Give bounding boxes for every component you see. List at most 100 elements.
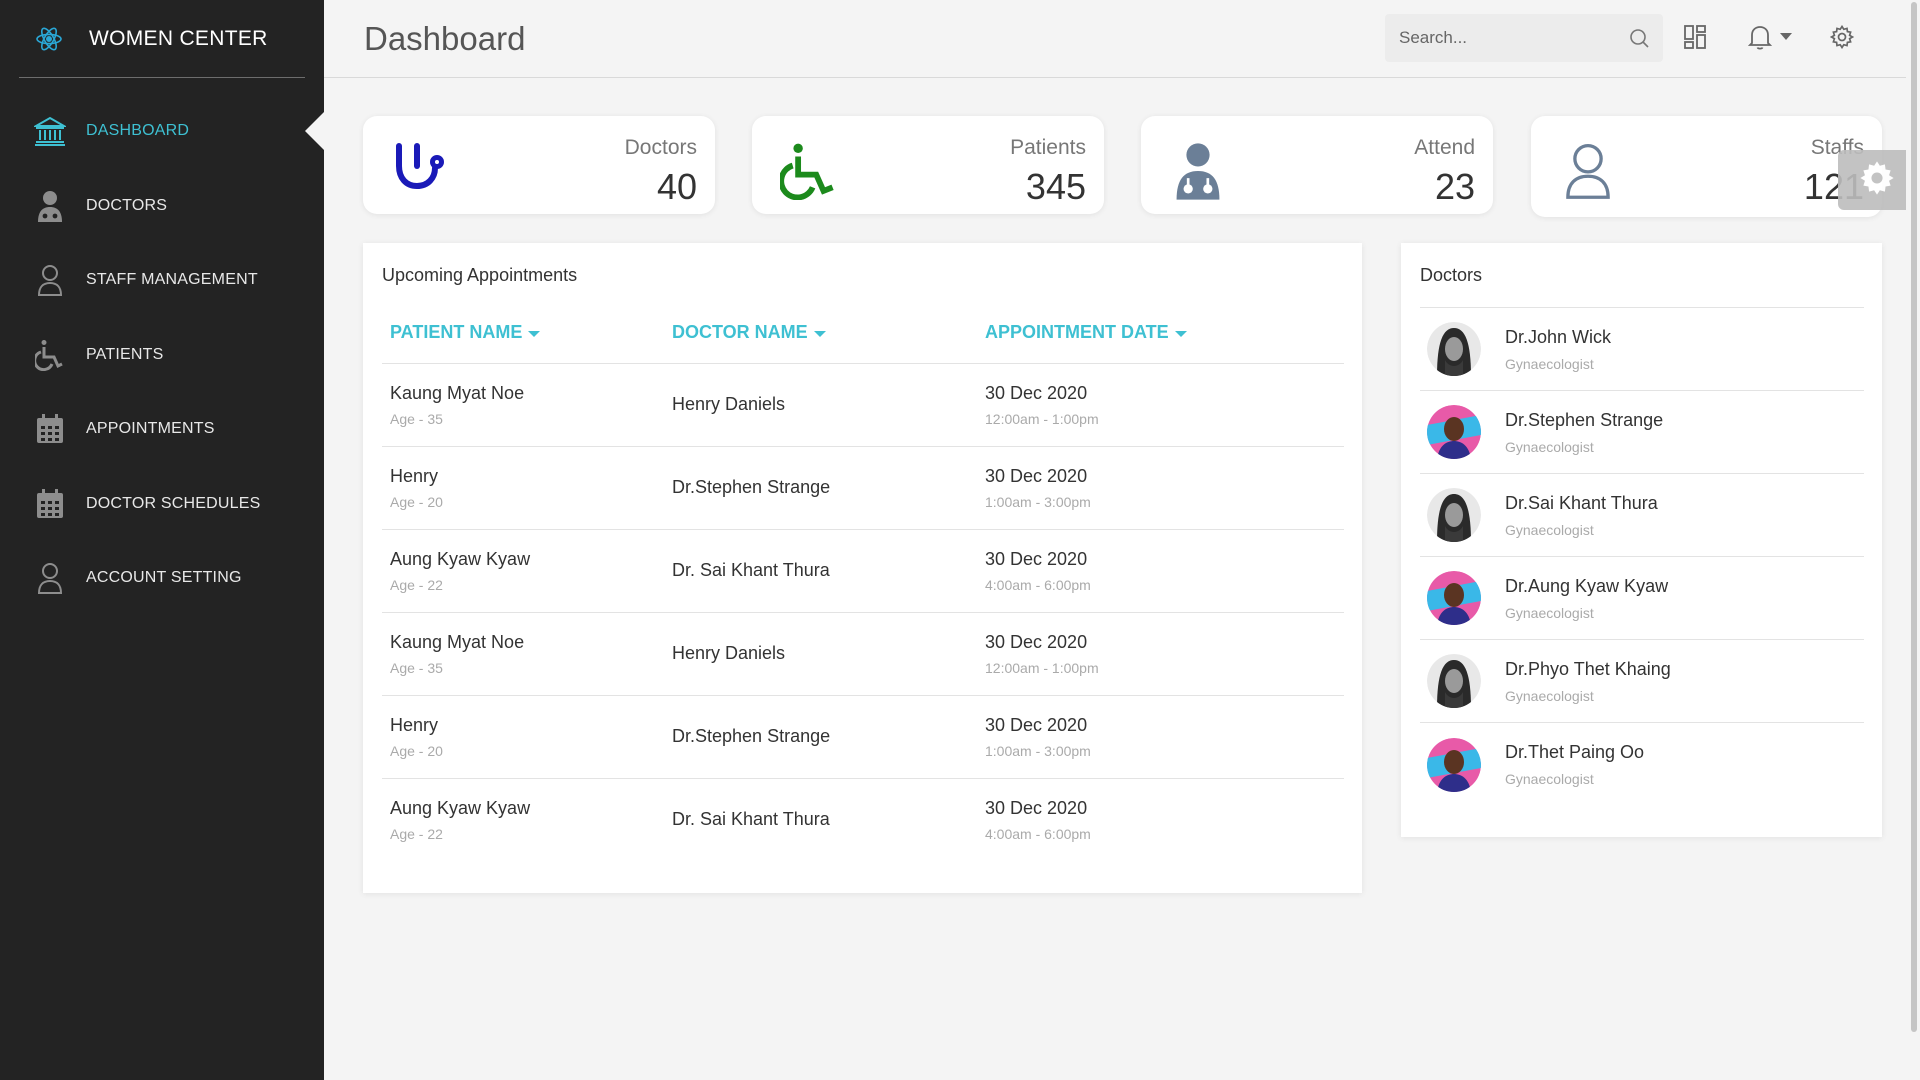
user-icon <box>34 562 66 595</box>
stat-card-staffs[interactable]: Staffs 121 <box>1531 116 1882 217</box>
stat-label: Patients <box>1010 136 1086 159</box>
chevron-down-icon[interactable] <box>1778 24 1794 50</box>
doctor-name: Dr.Phyo Thet Khaing <box>1505 658 1671 679</box>
table-row[interactable]: Aung Kyaw Kyaw Age - 22 Dr. Sai Khant Thu… <box>382 778 1344 861</box>
doctors-panel: Doctors Dr.John Wick Gynaecologist Dr.St… <box>1401 243 1882 837</box>
appointment-time: 12:00am - 1:00pm <box>985 659 1099 676</box>
sidebar-item-doctors[interactable]: DOCTORS <box>0 169 324 244</box>
patient-cell: Aung Kyaw Kyaw Age - 22 <box>382 529 664 613</box>
list-item[interactable]: Dr.Stephen Strange Gynaecologist <box>1420 391 1864 474</box>
sidebar-item-label: APPOINTMENTS <box>86 420 215 438</box>
sidebar-item-patients[interactable]: PATIENTS <box>0 318 324 393</box>
column-header-label: PATIENT NAME <box>390 322 523 343</box>
page-title: Dashboard <box>364 20 526 57</box>
doctor-info: Dr.Thet Paing Oo Gynaecologist <box>1505 742 1644 787</box>
avatar <box>1427 654 1481 708</box>
doctor-name: Henry Daniels <box>664 363 977 447</box>
appointments-panel: Upcoming Appointments PATIENT NAME DOCTO… <box>363 243 1362 893</box>
wheelchair-icon <box>780 142 838 200</box>
doctor-role: Gynaecologist <box>1505 771 1594 787</box>
date-cell: 30 Dec 2020 1:00am - 3:00pm <box>977 446 1344 530</box>
search-icon[interactable] <box>1629 28 1649 48</box>
scrollbar-thumb[interactable] <box>1911 2 1917 1032</box>
table-row[interactable]: Kaung Myat Noe Age - 35 Henry Daniels 30 … <box>382 612 1344 696</box>
sidebar-item-staff-management[interactable]: STAFF MANAGEMENT <box>0 243 324 318</box>
avatar <box>1427 488 1481 542</box>
doctor-icon <box>34 190 66 222</box>
atom-icon <box>35 25 63 53</box>
stat-value: 40 <box>656 166 697 207</box>
list-item[interactable]: Dr.John Wick Gynaecologist <box>1420 308 1864 391</box>
patient-age: Age - 35 <box>390 410 443 427</box>
table-row[interactable]: Henry Age - 20 Dr.Stephen Strange 30 Dec … <box>382 695 1344 779</box>
doctor-info: Dr.Stephen Strange Gynaecologist <box>1505 410 1663 455</box>
user-icon <box>1559 142 1617 200</box>
gear-icon[interactable] <box>1829 24 1855 50</box>
doctor-name: Dr. Sai Khant Thura <box>672 809 830 830</box>
patient-cell: Kaung Myat Noe Age - 35 <box>382 612 664 696</box>
calendar-icon <box>34 413 66 445</box>
appointment-date: 30 Dec 2020 <box>985 382 1088 403</box>
brand-title: WOMEN CENTER <box>89 26 268 50</box>
panel-title: Doctors <box>1420 265 1483 285</box>
caret-down-icon <box>1174 330 1187 337</box>
doctor-name: Dr.Stephen Strange <box>1505 409 1664 430</box>
bell-icon[interactable] <box>1747 24 1773 50</box>
patient-age: Age - 22 <box>390 825 443 842</box>
sidebar-item-appointments[interactable]: APPOINTMENTS <box>0 392 324 467</box>
stat-card-attend[interactable]: Attend 23 <box>1141 116 1493 214</box>
list-item[interactable]: Dr.Aung Kyaw Kyaw Gynaecologist <box>1420 557 1864 640</box>
grid-icon[interactable] <box>1682 24 1708 50</box>
stat-card-doctors[interactable]: Doctors 40 <box>363 116 715 214</box>
date-cell: 30 Dec 2020 12:00am - 1:00pm <box>977 612 1344 696</box>
column-header-appointment-date[interactable]: APPOINTMENT DATE <box>977 303 1344 364</box>
doctor-name: Dr.Sai Khant Thura <box>1505 492 1658 513</box>
doctor-name: Dr.Stephen Strange <box>664 695 977 779</box>
table-row[interactable]: Kaung Myat Noe Age - 35 Henry Daniels 30 … <box>382 363 1344 447</box>
doctor-info: Dr.Sai Khant Thura Gynaecologist <box>1505 493 1658 538</box>
sidebar-item-label: PATIENTS <box>86 345 164 363</box>
list-item[interactable]: Dr.Phyo Thet Khaing Gynaecologist <box>1420 640 1864 723</box>
avatar <box>1427 322 1481 376</box>
appointment-date: 30 Dec 2020 <box>985 548 1088 569</box>
stat-label: Attend <box>1414 136 1475 159</box>
table-row[interactable]: Henry Age - 20 Dr.Stephen Strange 30 Dec … <box>382 446 1344 530</box>
doctor-name: Dr. Sai Khant Thura <box>664 529 977 613</box>
list-item[interactable]: Dr.Thet Paing Oo Gynaecologist <box>1420 723 1864 806</box>
avatar <box>1427 405 1481 459</box>
gear-icon <box>1858 159 1896 202</box>
stethoscope-icon <box>391 142 449 200</box>
date-cell: 30 Dec 2020 12:00am - 1:00pm <box>977 363 1344 447</box>
appointment-date: 30 Dec 2020 <box>985 714 1088 735</box>
appointment-time: 1:00am - 3:00pm <box>985 742 1091 759</box>
doctor-info: Dr.Aung Kyaw Kyaw Gynaecologist <box>1505 576 1668 621</box>
patient-name: Aung Kyaw Kyaw <box>390 548 531 569</box>
stat-card-patients[interactable]: Patients 345 <box>752 116 1104 214</box>
vertical-scrollbar[interactable] <box>1906 0 1920 1080</box>
appointment-time: 4:00am - 6:00pm <box>985 576 1091 593</box>
column-header-doctor-name[interactable]: DOCTOR NAME <box>664 303 977 364</box>
appointments-table: PATIENT NAME DOCTOR NAME APPOINTMENT DAT… <box>382 303 1344 861</box>
sidebar-item-account-setting[interactable]: ACCOUNT SETTING <box>0 541 324 616</box>
sidebar-item-dashboard[interactable]: DASHBOARD <box>0 94 324 169</box>
doctor-list: Dr.John Wick Gynaecologist Dr.Stephen St… <box>1420 307 1864 806</box>
table-header-row: PATIENT NAME DOCTOR NAME APPOINTMENT DAT… <box>382 303 1344 364</box>
column-header-label: APPOINTMENT DATE <box>985 322 1169 343</box>
date-cell: 30 Dec 2020 1:00am - 3:00pm <box>977 695 1344 779</box>
list-item[interactable]: Dr.Sai Khant Thura Gynaecologist <box>1420 474 1864 557</box>
search-box[interactable] <box>1385 14 1663 62</box>
column-header-patient-name[interactable]: PATIENT NAME <box>382 303 664 364</box>
appointment-date: 30 Dec 2020 <box>985 631 1088 652</box>
doctor-name: Dr.Thet Paing Oo <box>1505 742 1645 762</box>
patient-name: Henry <box>390 465 439 486</box>
appointment-time: 4:00am - 6:00pm <box>985 825 1091 842</box>
stat-label: Doctors <box>624 136 697 159</box>
sidebar-item-doctor-schedules[interactable]: DOCTOR SCHEDULES <box>0 467 324 542</box>
search-input[interactable] <box>1385 28 1615 48</box>
sidebar-nav: DASHBOARD DOCTORS STAFF MANAGEMENT PATIE… <box>0 94 324 616</box>
column-header-label: DOCTOR NAME <box>672 322 808 343</box>
table-row[interactable]: Aung Kyaw Kyaw Age - 22 Dr. Sai Khant Thu… <box>382 529 1344 613</box>
doctor-info: Dr.Phyo Thet Khaing Gynaecologist <box>1505 659 1671 704</box>
brand[interactable]: WOMEN CENTER <box>19 0 305 78</box>
patient-age: Age - 20 <box>390 742 443 759</box>
